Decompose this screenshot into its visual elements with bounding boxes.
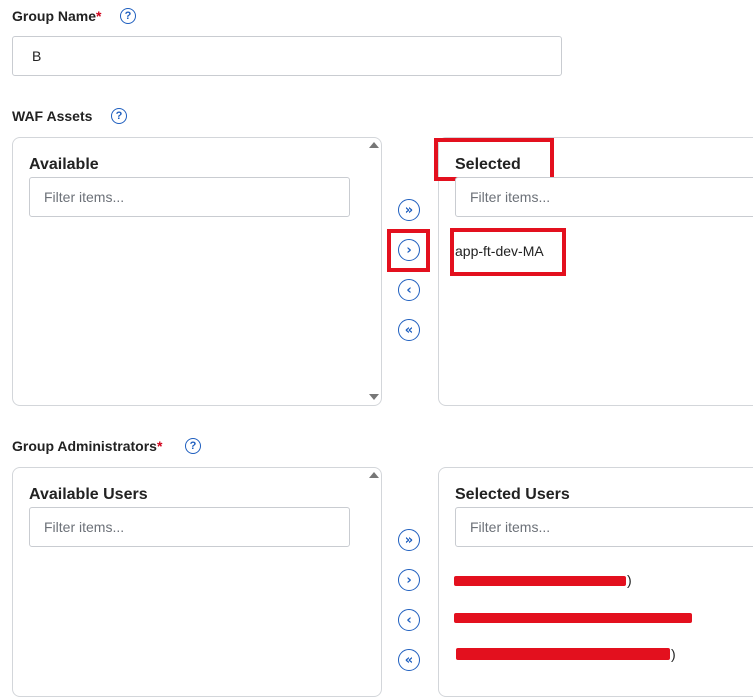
group-name-label-text: Group Name bbox=[12, 8, 97, 24]
list-item[interactable]: ) bbox=[454, 572, 634, 588]
group-administrators-label: Group Administrators* bbox=[12, 438, 162, 454]
scroll-up-arrow-icon[interactable] bbox=[369, 142, 379, 148]
admins-move-right-button[interactable]: › bbox=[398, 569, 420, 591]
question-circle-icon[interactable]: ? bbox=[111, 108, 127, 124]
group-name-label: Group Name* bbox=[12, 8, 101, 24]
item-suffix: ) bbox=[627, 572, 632, 588]
admins-selected-filter-input[interactable] bbox=[455, 507, 753, 547]
highlight-box-selected-title bbox=[434, 138, 554, 181]
question-circle-icon[interactable]: ? bbox=[120, 8, 136, 24]
redaction-bar bbox=[454, 613, 692, 623]
admins-move-left-button[interactable]: ‹ bbox=[398, 609, 420, 631]
scroll-down-arrow-icon[interactable] bbox=[369, 394, 379, 400]
group-administrators-label-text: Group Administrators bbox=[12, 438, 157, 454]
waf-move-all-left-button[interactable]: « bbox=[398, 319, 420, 341]
scroll-up-arrow-icon[interactable] bbox=[369, 472, 379, 478]
question-circle-icon[interactable]: ? bbox=[185, 438, 201, 454]
item-suffix: ) bbox=[671, 646, 676, 662]
group-name-input[interactable] bbox=[12, 36, 562, 76]
admins-move-all-left-button[interactable]: « bbox=[398, 649, 420, 671]
admins-move-all-right-button[interactable]: » bbox=[398, 529, 420, 551]
highlight-box-move-right bbox=[387, 229, 430, 272]
waf-selected-filter-input[interactable] bbox=[455, 177, 753, 217]
list-item[interactable] bbox=[454, 612, 694, 626]
list-item[interactable]: ) bbox=[454, 646, 679, 663]
redaction-bar bbox=[456, 648, 670, 660]
admins-available-title: Available Users bbox=[29, 486, 148, 503]
highlight-box-selected-item bbox=[450, 228, 566, 276]
waf-assets-label: WAF Assets bbox=[12, 108, 93, 124]
waf-available-filter-input[interactable] bbox=[29, 177, 350, 217]
required-asterisk: * bbox=[156, 438, 163, 454]
waf-available-title: Available bbox=[29, 156, 99, 173]
admins-available-filter-input[interactable] bbox=[29, 507, 350, 547]
admins-selected-title: Selected Users bbox=[455, 486, 570, 503]
waf-move-left-button[interactable]: ‹ bbox=[398, 279, 420, 301]
required-asterisk: * bbox=[96, 8, 102, 24]
waf-move-all-right-button[interactable]: » bbox=[398, 199, 420, 221]
redaction-bar bbox=[454, 576, 626, 586]
